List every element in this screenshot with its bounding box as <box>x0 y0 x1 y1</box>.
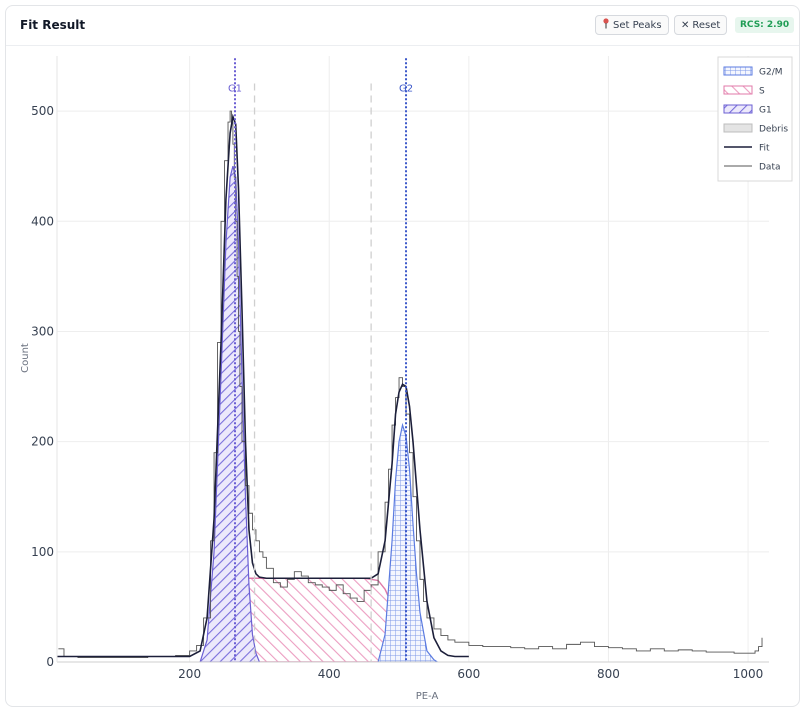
legend-label: G1 <box>759 106 772 116</box>
y-axis-label: Count <box>20 343 31 373</box>
y-tick-label: 500 <box>31 104 54 118</box>
y-tick-label: 0 <box>46 655 54 669</box>
x-tick-label: 800 <box>597 667 620 681</box>
legend-label: S <box>759 87 765 97</box>
fit-chart: 200 400 600 800 1000 0 100 200 300 400 500 PE-A Coun… <box>20 56 793 702</box>
legend-swatch <box>723 66 753 76</box>
x-tick-label: 400 <box>318 667 341 681</box>
legend-label: Data <box>759 163 781 173</box>
y-tick-label: 300 <box>31 324 54 338</box>
legend-swatch <box>723 123 753 133</box>
peak-marker-label: G2 <box>399 83 413 94</box>
y-tick-label: 200 <box>31 435 54 449</box>
x-axis-label: PE-A <box>416 691 439 702</box>
legend-swatch <box>723 85 753 95</box>
legend-label: G2/M <box>759 68 783 78</box>
g2m-phase-area <box>377 422 439 662</box>
x-tick-label: 200 <box>178 667 201 681</box>
x-tick-label: 600 <box>457 667 480 681</box>
legend-swatch <box>723 104 753 114</box>
legend-label: Fit <box>759 144 770 154</box>
x-tick-label: 1000 <box>733 667 764 681</box>
peak-marker-label: G1 <box>228 83 242 94</box>
legend-label: Debris <box>759 125 788 135</box>
y-tick-label: 400 <box>31 214 54 228</box>
y-tick-label: 100 <box>31 545 54 559</box>
